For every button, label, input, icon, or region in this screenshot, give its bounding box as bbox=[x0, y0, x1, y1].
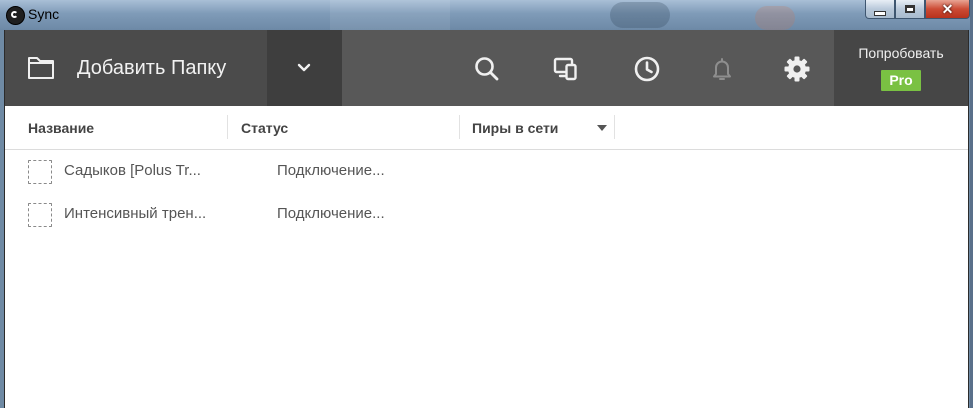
window-controls: ✕ bbox=[865, 0, 970, 20]
settings-button[interactable] bbox=[782, 54, 812, 84]
add-folder-label: Добавить Папку bbox=[77, 57, 227, 79]
app-window: Добавить Папку Попробовать Pro Название … bbox=[4, 30, 969, 408]
background-blur bbox=[755, 6, 795, 30]
sync-app-icon bbox=[6, 6, 25, 25]
history-clock-icon bbox=[634, 56, 660, 82]
pro-badge: Pro bbox=[881, 70, 921, 91]
search-button[interactable] bbox=[472, 54, 502, 84]
column-divider[interactable] bbox=[459, 115, 460, 139]
minimize-button[interactable] bbox=[865, 0, 895, 19]
try-pro-button[interactable]: Попробовать Pro bbox=[834, 30, 968, 106]
close-icon: ✕ bbox=[941, 1, 954, 17]
window-title: Sync bbox=[28, 6, 60, 22]
folder-icon bbox=[28, 57, 54, 79]
maximize-icon bbox=[905, 5, 915, 13]
column-divider[interactable] bbox=[227, 115, 228, 139]
table-header: Название Статус Пиры в сети bbox=[5, 106, 968, 150]
gear-icon bbox=[784, 56, 810, 82]
background-blur bbox=[610, 2, 670, 28]
folder-name: Садыков [Polus Tr... bbox=[64, 162, 201, 179]
column-header-status[interactable]: Статус bbox=[241, 120, 288, 136]
bell-icon bbox=[713, 58, 731, 80]
sort-caret-icon[interactable] bbox=[597, 125, 607, 131]
folder-status: Подключение... bbox=[277, 205, 385, 222]
table-row[interactable]: Интенсивный трен... Подключение... bbox=[5, 193, 968, 235]
chevron-down-icon bbox=[297, 63, 311, 72]
folder-placeholder-icon bbox=[28, 203, 52, 227]
close-button[interactable]: ✕ bbox=[925, 0, 970, 19]
devices-icon bbox=[553, 57, 577, 81]
column-header-name[interactable]: Название bbox=[28, 120, 94, 136]
folder-placeholder-icon bbox=[28, 160, 52, 184]
column-divider[interactable] bbox=[614, 115, 615, 139]
folder-status: Подключение... bbox=[277, 162, 385, 179]
history-button[interactable] bbox=[632, 54, 662, 84]
minimize-icon bbox=[874, 10, 886, 16]
column-header-peers[interactable]: Пиры в сети bbox=[472, 120, 558, 136]
table-row[interactable]: Садыков [Polus Tr... Подключение... bbox=[5, 150, 968, 192]
maximize-button[interactable] bbox=[895, 0, 925, 19]
window-title-bar[interactable]: Sync ✕ bbox=[0, 0, 973, 30]
toolbar: Добавить Папку Попробовать Pro bbox=[5, 30, 968, 106]
try-label: Попробовать bbox=[858, 45, 944, 61]
folder-name: Интенсивный трен... bbox=[64, 205, 207, 222]
search-icon bbox=[475, 57, 499, 81]
devices-button[interactable] bbox=[551, 54, 581, 84]
add-folder-button[interactable]: Добавить Папку bbox=[5, 30, 267, 106]
add-folder-dropdown-button[interactable] bbox=[267, 30, 342, 106]
notifications-button[interactable] bbox=[707, 54, 737, 84]
background-blur bbox=[330, 0, 450, 30]
